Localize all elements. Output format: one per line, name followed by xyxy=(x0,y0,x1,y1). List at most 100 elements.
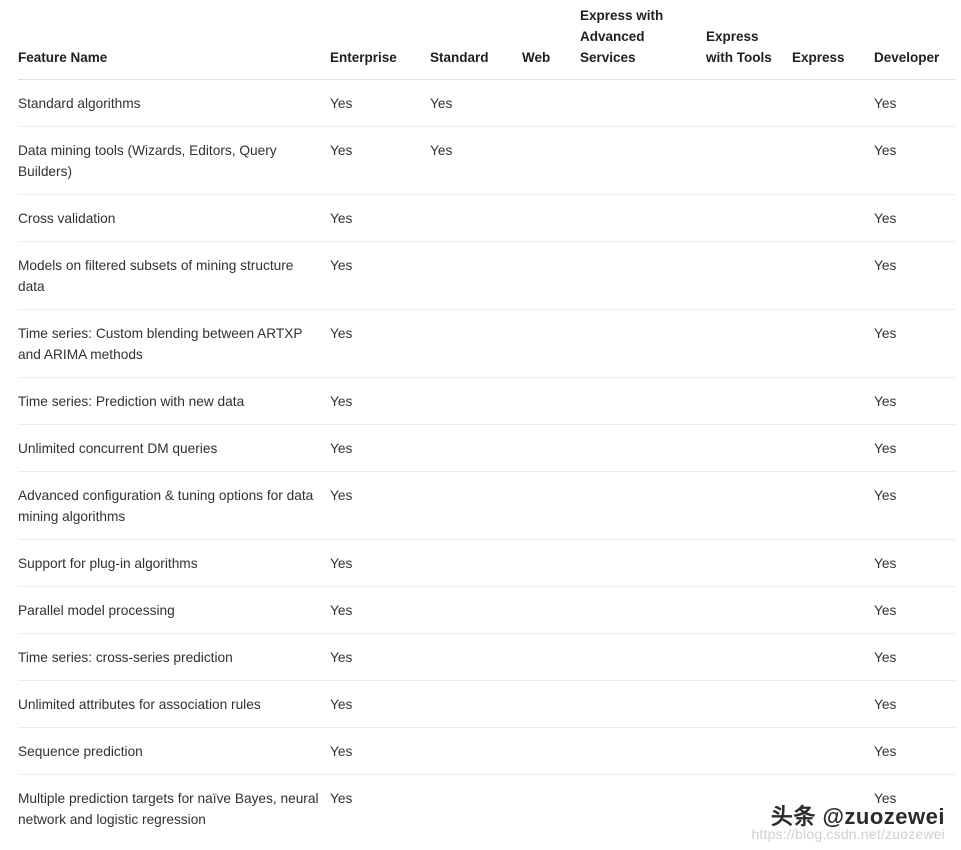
cell-web xyxy=(522,539,580,587)
cell-standard xyxy=(430,194,522,242)
cell-standard xyxy=(430,775,522,843)
cell-enterprise: Yes xyxy=(330,727,430,775)
cell-express_with_tools xyxy=(706,539,792,587)
cell-standard: Yes xyxy=(430,126,522,195)
cell-web xyxy=(522,680,580,728)
cell-enterprise: Yes xyxy=(330,377,430,425)
table-row: Parallel model processing Yes Yes xyxy=(18,586,955,634)
cell-express_advanced_services xyxy=(580,471,706,540)
table-row: Cross validation Yes Yes xyxy=(18,194,955,242)
cell-web xyxy=(522,775,580,843)
cell-express_with_tools xyxy=(706,79,792,127)
cell-express_advanced_services xyxy=(580,241,706,310)
cell-feature-name: Multiple prediction targets for naïve Ba… xyxy=(18,791,319,827)
cell-express_with_tools xyxy=(706,775,792,843)
cell-express_with_tools xyxy=(706,309,792,378)
cell-express xyxy=(792,241,874,310)
table-header: Feature Name Enterprise Standard Web Exp… xyxy=(18,0,955,80)
table-row: Support for plug-in algorithms Yes Yes xyxy=(18,539,955,587)
cell-express_with_tools xyxy=(706,241,792,310)
cell-express xyxy=(792,377,874,425)
cell-standard xyxy=(430,241,522,310)
cell-feature-name: Unlimited concurrent DM queries xyxy=(18,424,330,472)
cell-standard xyxy=(430,377,522,425)
cell-standard xyxy=(430,471,522,540)
table-row: Advanced configuration & tuning options … xyxy=(18,471,955,540)
cell-web xyxy=(522,194,580,242)
cell-express xyxy=(792,424,874,472)
cell-web xyxy=(522,241,580,310)
cell-feature-name: Unlimited attributes for association rul… xyxy=(18,680,330,728)
cell-web xyxy=(522,633,580,681)
cell-developer: Yes xyxy=(874,126,955,195)
cell-express xyxy=(792,471,874,540)
cell-standard xyxy=(430,309,522,378)
cell-express xyxy=(792,194,874,242)
column-header-web: Web xyxy=(522,0,580,80)
column-header-express-with-advanced-services: Express with Advanced Services xyxy=(580,0,706,80)
table-row: Multiple prediction targets for naïve Ba… xyxy=(18,775,955,843)
column-header-enterprise: Enterprise xyxy=(330,0,430,80)
cell-express xyxy=(792,586,874,634)
table-row: Time series: cross-series prediction Yes Y… xyxy=(18,633,955,681)
cell-express xyxy=(792,126,874,195)
cell-enterprise: Yes xyxy=(330,471,430,540)
cell-express_advanced_services xyxy=(580,680,706,728)
cell-feature-name: Cross validation xyxy=(18,194,330,242)
cell-express_with_tools xyxy=(706,727,792,775)
feature-comparison-table: Feature Name Enterprise Standard Web Exp… xyxy=(18,0,955,842)
table-row: Unlimited concurrent DM queries Yes Yes xyxy=(18,424,955,472)
column-header-express-with-tools: Express with Tools xyxy=(706,0,792,80)
cell-standard xyxy=(430,633,522,681)
cell-developer: Yes xyxy=(874,309,955,378)
cell-standard xyxy=(430,680,522,728)
cell-express_advanced_services xyxy=(580,424,706,472)
cell-express_advanced_services xyxy=(580,775,706,843)
cell-express_advanced_services xyxy=(580,126,706,195)
table-row: Time series: Custom blending between ART… xyxy=(18,309,955,378)
cell-standard: Yes xyxy=(430,79,522,127)
cell-enterprise: Yes xyxy=(330,194,430,242)
cell-enterprise: Yes xyxy=(330,79,430,127)
cell-standard xyxy=(430,424,522,472)
cell-enterprise: Yes xyxy=(330,633,430,681)
cell-express_with_tools xyxy=(706,586,792,634)
cell-developer: Yes xyxy=(874,79,955,127)
cell-web xyxy=(522,377,580,425)
cell-feature-name: Parallel model processing xyxy=(18,586,330,634)
cell-enterprise: Yes xyxy=(330,309,430,378)
cell-express_advanced_services xyxy=(580,633,706,681)
table-row: Time series: Prediction with new data Yes… xyxy=(18,377,955,425)
cell-express_with_tools xyxy=(706,424,792,472)
column-header-express: Express xyxy=(792,0,874,80)
cell-express xyxy=(792,680,874,728)
cell-feature-name: Time series: Prediction with new data xyxy=(18,377,330,425)
cell-express_with_tools xyxy=(706,680,792,728)
cell-standard xyxy=(430,539,522,587)
cell-web xyxy=(522,586,580,634)
table-body: Standard algorithms Yes Yes Yes Data mining … xyxy=(18,79,955,843)
table-row: Data mining tools (Wizards, Editors, Que… xyxy=(18,126,955,195)
cell-express xyxy=(792,727,874,775)
cell-feature-name: Time series: cross-series prediction xyxy=(18,633,330,681)
feature-comparison-table-container: Feature Name Enterprise Standard Web Exp… xyxy=(18,0,955,842)
column-header-feature-name: Feature Name xyxy=(18,0,330,80)
cell-enterprise: Yes xyxy=(330,241,430,310)
cell-developer: Yes xyxy=(874,727,955,775)
cell-developer: Yes xyxy=(874,586,955,634)
cell-express_advanced_services xyxy=(580,727,706,775)
cell-express_with_tools xyxy=(706,377,792,425)
cell-express xyxy=(792,775,874,843)
cell-enterprise: Yes xyxy=(330,680,430,728)
cell-feature-name: Advanced configuration & tuning options … xyxy=(18,471,330,540)
cell-web xyxy=(522,126,580,195)
cell-express xyxy=(792,633,874,681)
cell-feature-name: Models on filtered subsets of mining str… xyxy=(18,241,330,310)
cell-express xyxy=(792,79,874,127)
cell-feature-name: Support for plug-in algorithms xyxy=(18,539,330,587)
cell-feature-name: Sequence prediction xyxy=(18,727,330,775)
cell-web xyxy=(522,309,580,378)
cell-developer: Yes xyxy=(874,471,955,540)
cell-feature-name: Standard algorithms xyxy=(18,79,330,127)
cell-web xyxy=(522,424,580,472)
